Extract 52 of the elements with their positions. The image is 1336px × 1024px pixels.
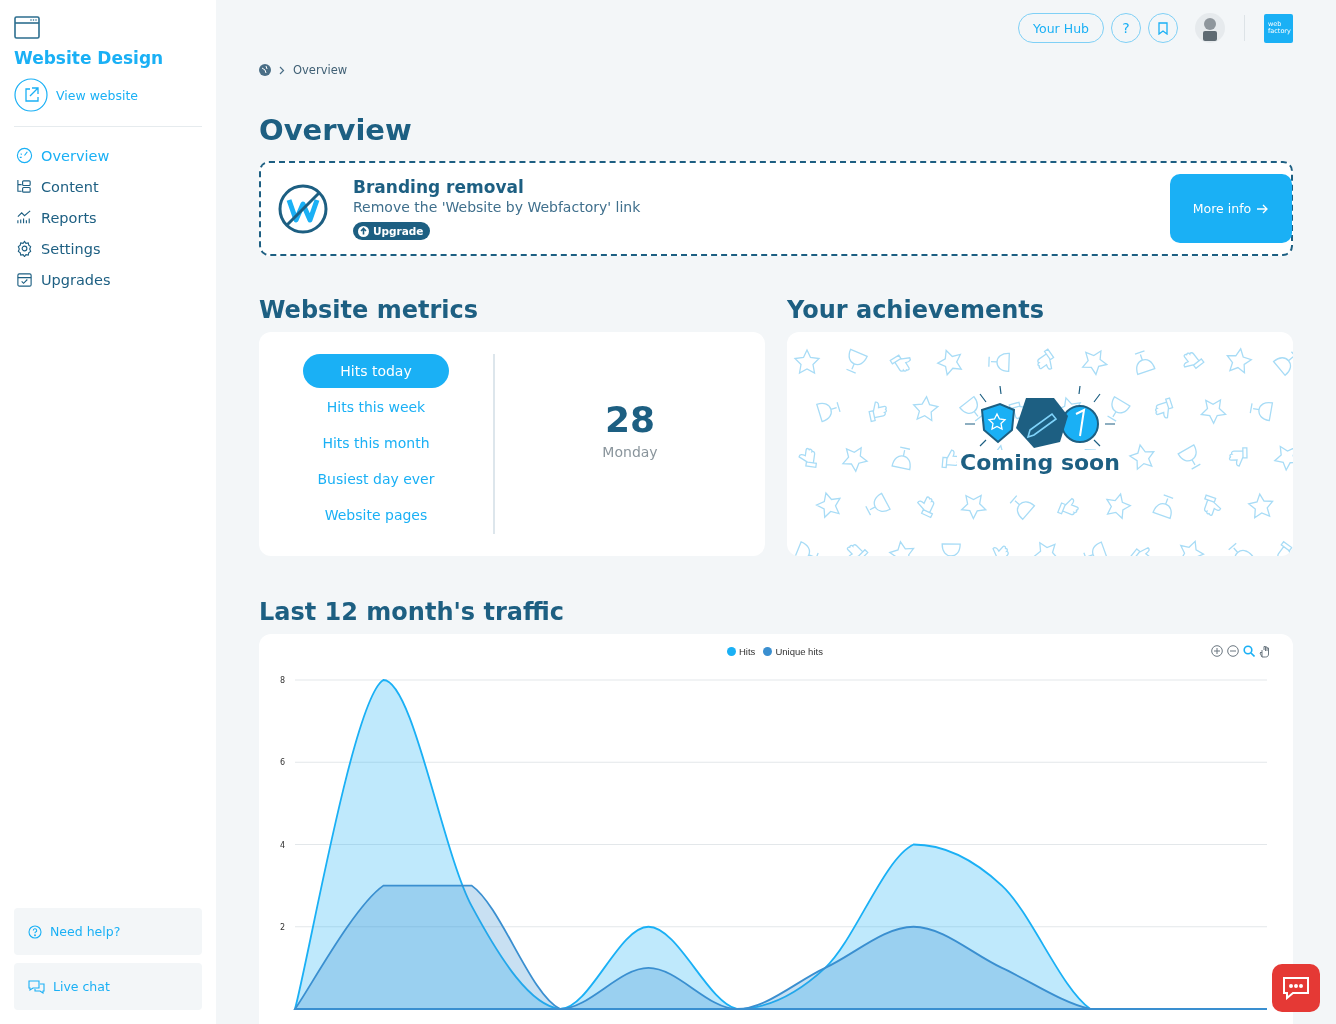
breadcrumb-link[interactable]: Overview	[293, 63, 348, 77]
zoom-out-icon[interactable]	[1227, 645, 1239, 657]
axis-tick-label: 2	[279, 922, 285, 932]
promo-title: Branding removal	[353, 177, 524, 197]
nav-item[interactable]: Upgrades	[14, 271, 202, 288]
dashboard-icon	[16, 147, 33, 164]
avatar-icon[interactable]	[1195, 13, 1225, 43]
hand-icon[interactable]	[1259, 645, 1271, 658]
zoom-in-icon[interactable]	[1211, 645, 1223, 657]
nav-item[interactable]: Overview	[14, 147, 202, 164]
section-title: Last 12 month's traffic	[259, 598, 565, 626]
axis-tick-label: 4	[279, 840, 285, 850]
view-website-link[interactable]: View website	[14, 78, 202, 112]
metric-tab[interactable]: Hits this week	[303, 390, 449, 424]
nav-item[interactable]: Content	[14, 178, 202, 195]
metric-tab[interactable]: Hits today	[303, 354, 449, 388]
box-icon	[16, 271, 33, 288]
axis-tick-label: 8	[279, 676, 285, 685]
page-title: Overview	[259, 113, 413, 147]
chat-button[interactable]	[1272, 964, 1320, 1012]
chevron-icon	[279, 65, 285, 75]
metric-tab[interactable]: Busiest day ever	[303, 462, 449, 496]
legend-item[interactable]: Unique hits	[763, 646, 823, 657]
chat-icon	[1282, 976, 1310, 1000]
metric-tab[interactable]: Hits this month	[303, 426, 449, 460]
external-link-icon	[14, 78, 48, 112]
bookmark-icon	[1158, 21, 1168, 35]
site-title: Website Design	[14, 48, 165, 68]
help-icon	[28, 924, 42, 939]
chart-icon	[16, 209, 33, 226]
section-title: Your achievements	[787, 296, 1045, 324]
search-icon[interactable]	[1243, 645, 1255, 657]
metric-tab[interactable]: Website pages	[303, 498, 449, 532]
axis-tick-label: 6	[279, 758, 285, 768]
metric-caption: Monday	[602, 443, 658, 460]
nav-item[interactable]: Settings	[14, 240, 202, 257]
arrow-up-icon	[358, 225, 369, 237]
help-button[interactable]: Live chat	[14, 963, 202, 1010]
section-title: Website metrics	[259, 296, 480, 324]
upgrade-badge: Upgrade	[353, 222, 431, 240]
browser-window-icon	[14, 16, 40, 40]
legend-item[interactable]: Hits	[727, 646, 756, 657]
settings-icon	[16, 240, 33, 257]
more-info-button[interactable]: More info	[1170, 174, 1292, 243]
metric-value: 28	[604, 398, 656, 440]
folder-tree-icon	[16, 178, 33, 195]
no-branding-icon	[277, 182, 329, 235]
arrow-right-icon	[1257, 203, 1270, 214]
promo-description: Remove the 'Website by Webfactory' link	[353, 199, 641, 215]
help-button[interactable]: Need help?	[14, 908, 202, 955]
nav-item[interactable]: Reports	[14, 209, 202, 226]
chat-icon	[28, 979, 45, 994]
